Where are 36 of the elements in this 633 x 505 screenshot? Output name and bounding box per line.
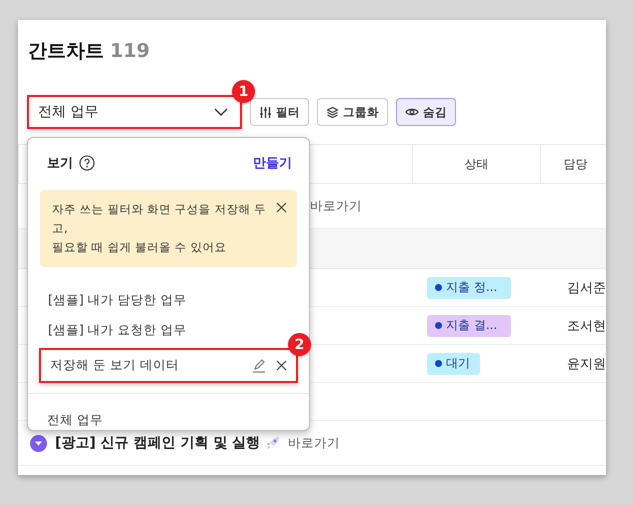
shortcut-link[interactable]: 바로가기 xyxy=(288,434,340,452)
help-icon[interactable] xyxy=(79,155,95,171)
view-item[interactable]: 전체 업무 xyxy=(47,412,103,427)
group-title: [광고] 신규 캠페인 기획 및 실행 xyxy=(55,434,260,452)
assignee-name: 윤지원 xyxy=(566,356,606,372)
assignee-name: 김서준 xyxy=(566,280,606,296)
column-header: 상태 xyxy=(412,145,540,183)
close-icon[interactable] xyxy=(276,202,287,213)
rocket-icon xyxy=(266,436,280,450)
view-dropdown[interactable]: 전체 업무 xyxy=(27,95,242,129)
chevron-down-icon xyxy=(214,108,228,116)
status-tag: 지출 결... xyxy=(427,314,511,336)
create-link[interactable]: 만들기 xyxy=(253,154,292,172)
callout-badge: 1 xyxy=(232,80,255,103)
callout-badge: 2 xyxy=(288,333,311,356)
eye-icon xyxy=(405,106,419,118)
item-count: 119 xyxy=(110,40,150,62)
shortcut-link[interactable]: 바로가기 xyxy=(310,198,362,214)
view-item[interactable]: 저장해 둔 보기 데이터 xyxy=(50,357,179,374)
status-tag: 대기 xyxy=(427,352,480,374)
toolbar-button[interactable]: 그룹화 xyxy=(317,98,388,126)
status-tag: 지출 정... xyxy=(427,276,511,298)
layers-icon xyxy=(326,106,339,118)
notice-text: 자주 쓰는 필터와 화면 구성을 저장해 두고, 필요할 때 쉽게 불러올 수 있어요 xyxy=(52,201,267,256)
view-item[interactable]: [샘플] 내가 요청한 업무 xyxy=(48,322,187,338)
toolbar-button[interactable]: 필터 xyxy=(250,98,309,126)
delete-icon[interactable] xyxy=(276,360,287,371)
toolbar-button[interactable]: 숨김 xyxy=(396,98,456,126)
filter-icon xyxy=(259,106,272,118)
page-title: 간트차트 xyxy=(28,39,104,64)
menu-title: 보기 xyxy=(47,155,73,172)
view-item[interactable]: [샘플] 내가 담당한 업무 xyxy=(48,292,187,308)
assignee-name: 조서현 xyxy=(566,318,606,334)
column-header: 담당 xyxy=(540,145,606,183)
edit-icon[interactable] xyxy=(252,358,266,372)
collapse-icon[interactable] xyxy=(30,434,47,452)
